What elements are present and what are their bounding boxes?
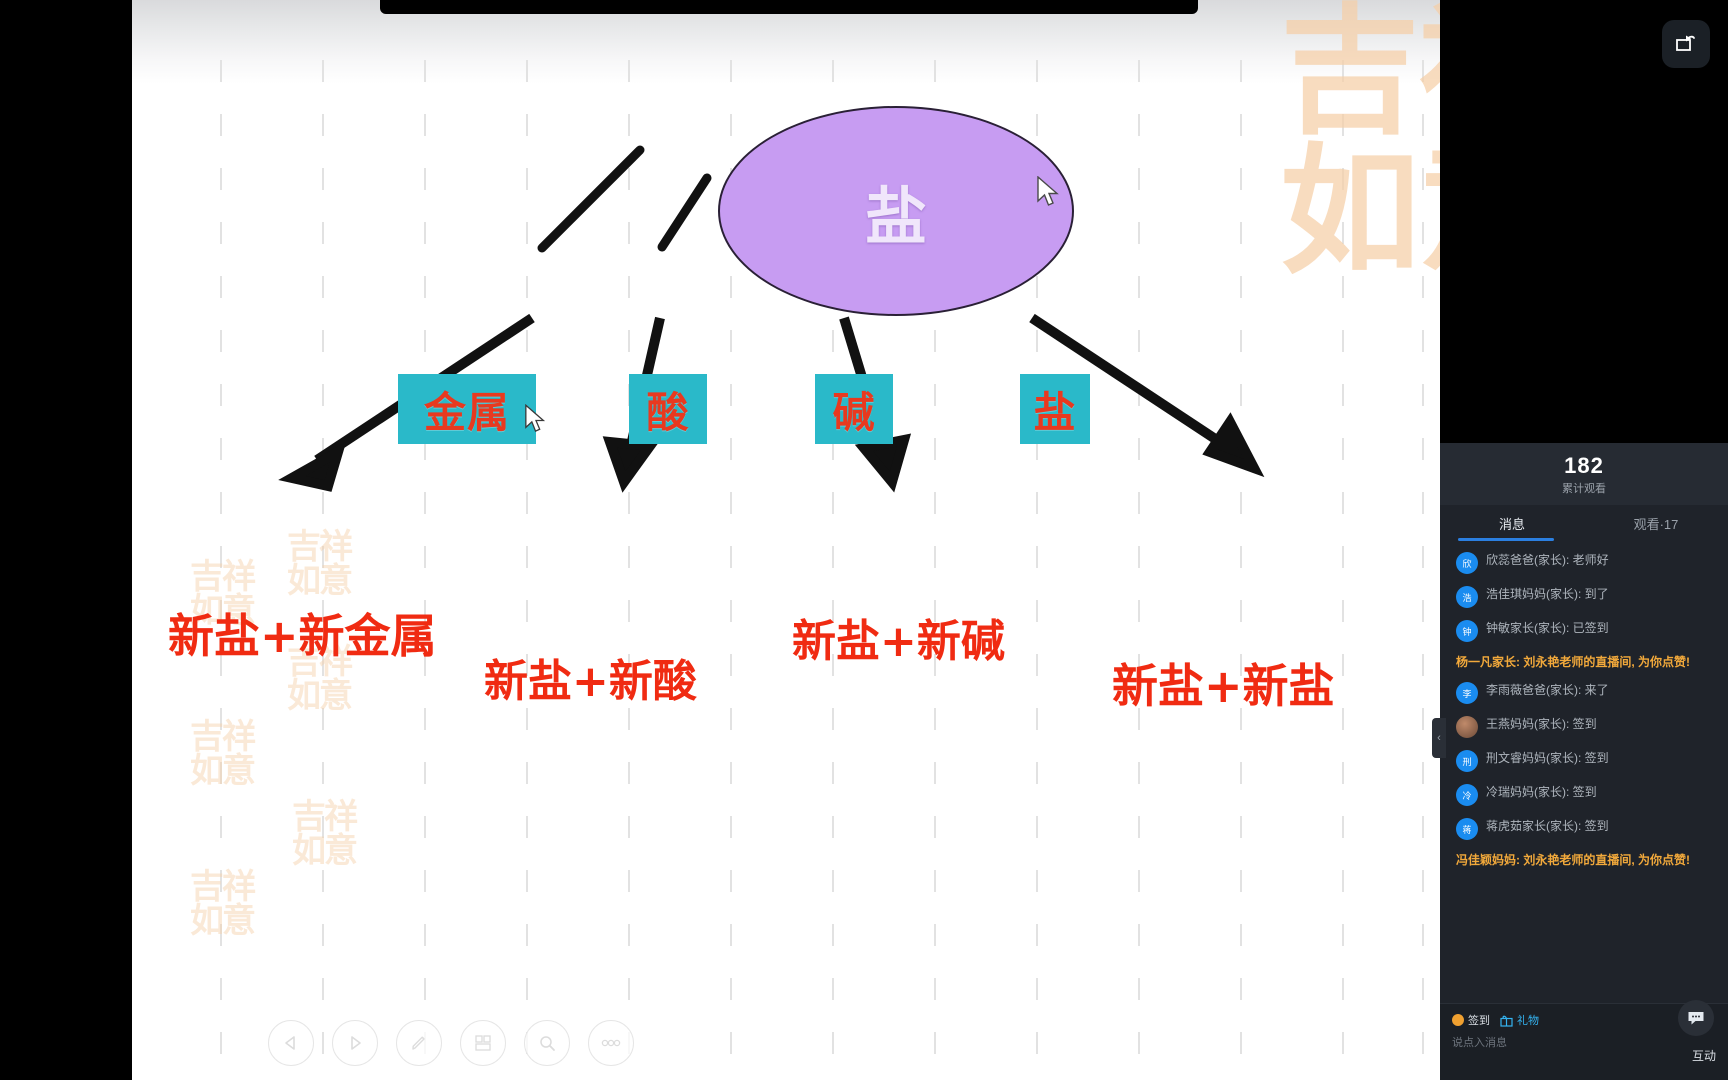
signin-button[interactable]: 签到 <box>1452 1012 1490 1028</box>
interaction-label: 互动 <box>1691 1049 1716 1063</box>
category-node-label: 碱 <box>832 387 876 437</box>
avatar: 刑 <box>1456 750 1478 772</box>
chat-message-text: 蒋虎茹家长(家长): 签到 <box>1486 819 1609 833</box>
tab-messages[interactable]: 消息 <box>1440 505 1584 541</box>
view-count: 182 <box>1564 452 1604 478</box>
chat-message-text: 欣蕊爸爸(家长): 老师好 <box>1486 553 1609 567</box>
gift-icon <box>1500 1015 1513 1027</box>
magnifier-icon <box>540 1036 555 1051</box>
avatar: 李 <box>1456 682 1478 704</box>
chat-message-text: 杨一凡家长: 刘永艳老师的直播间, 为你点赞! <box>1456 655 1690 669</box>
chat-message: 浩 浩佳琪妈妈(家长): 到了 <box>1440 580 1728 614</box>
signin-label: 签到 <box>1468 1015 1490 1027</box>
category-node-label: 盐 <box>1033 387 1077 437</box>
chat-message-text: 李雨薇爸爸(家长): 来了 <box>1486 683 1609 697</box>
category-node-label: 金属 <box>423 387 510 437</box>
chat-message: 蒋 蒋虎茹家长(家长): 签到 <box>1440 812 1728 846</box>
more-options-button[interactable] <box>588 1020 634 1066</box>
prev-slide-button[interactable] <box>268 1020 314 1066</box>
chat-message-text: 浩佳琪妈妈(家长): 到了 <box>1486 587 1609 601</box>
result-label-acid: 新盐+新酸 <box>484 656 697 707</box>
pen-icon <box>412 1036 425 1050</box>
layout-grid-icon <box>475 1035 491 1051</box>
app-root: 吉祥如意 吉祥如意 吉祥如意 吉祥如意 吉祥如意 吉祥如意 吉祥如意 <box>0 0 1728 1080</box>
slide-toolbar <box>268 1020 634 1066</box>
chat-message-list[interactable]: 欣 欣蕊爸爸(家长): 老师好 浩 浩佳琪妈妈(家长): 到了 钟 钟敏家长(家… <box>1440 541 1728 874</box>
result-label-salt: 新盐+新盐 <box>1112 659 1335 713</box>
avatar: 浩 <box>1456 586 1478 608</box>
picture-in-picture-button[interactable] <box>1662 20 1710 68</box>
chat-message: 刑 刑文睿妈妈(家长): 签到 <box>1440 744 1728 778</box>
chat-message-highlight: 杨一凡家长: 刘永艳老师的直播间, 为你点赞! <box>1440 648 1728 676</box>
triangle-left-icon <box>285 1036 295 1050</box>
avatar: 冷 <box>1456 784 1478 806</box>
chat-message: 王燕妈妈(家长): 签到 <box>1440 710 1728 744</box>
root-node-label: 盐 <box>864 180 927 253</box>
tab-viewers[interactable]: 观看·17 <box>1584 505 1728 541</box>
pen-tool-button[interactable] <box>396 1020 442 1066</box>
category-node-base[interactable]: 碱 <box>815 374 893 444</box>
avatar: 欣 <box>1456 552 1478 574</box>
chat-header: 182 累计观看 <box>1440 443 1728 505</box>
slide-thumbnails-button[interactable] <box>460 1020 506 1066</box>
chat-message: 欣 欣蕊爸爸(家长): 老师好 <box>1440 546 1728 580</box>
more-dots-icon <box>601 1039 621 1047</box>
view-count-label: 累计观看 <box>1562 482 1606 495</box>
chevron-left-icon: ‹ <box>1437 732 1441 744</box>
interaction-bubble-button[interactable] <box>1678 1000 1714 1036</box>
chat-message-text: 冯佳颖妈妈: 刘永艳老师的直播间, 为你点赞! <box>1456 853 1690 867</box>
chat-bubble-icon <box>1688 1012 1704 1025</box>
gift-label: 礼物 <box>1517 1015 1539 1027</box>
tab-active-underline <box>1458 538 1554 541</box>
root-node-salt[interactable]: 盐 <box>718 106 1074 316</box>
chat-footer: 签到 礼物 说点入消息 互动 <box>1440 1000 1728 1080</box>
category-node-salt[interactable]: 盐 <box>1020 374 1090 444</box>
chat-message-text: 钟敏家长(家长): 已签到 <box>1486 621 1609 635</box>
category-node-label: 酸 <box>646 387 690 437</box>
signin-icon <box>1452 1014 1464 1026</box>
picture-in-picture-icon <box>1676 35 1695 51</box>
chat-message: 钟 钟敏家长(家长): 已签到 <box>1440 614 1728 648</box>
next-slide-button[interactable] <box>332 1020 378 1066</box>
result-label-metal: 新盐+新金属 <box>168 609 437 663</box>
left-letterbox <box>0 0 132 1080</box>
gift-button[interactable]: 礼物 <box>1500 1012 1539 1028</box>
category-node-metal[interactable]: 金属 <box>398 374 536 444</box>
chat-message-text: 王燕妈妈(家长): 签到 <box>1486 717 1597 731</box>
chat-message-highlight: 冯佳颖妈妈: 刘永艳老师的直播间, 为你点赞! <box>1440 846 1728 874</box>
chat-message: 冷 冷瑞妈妈(家长): 签到 <box>1440 778 1728 812</box>
result-label-base: 新盐+新碱 <box>792 616 1005 667</box>
chat-message-text: 冷瑞妈妈(家长): 签到 <box>1486 785 1597 799</box>
zoom-tool-button[interactable] <box>524 1020 570 1066</box>
triangle-right-icon <box>351 1036 361 1050</box>
avatar <box>1456 716 1478 738</box>
avatar: 钟 <box>1456 620 1478 642</box>
chat-tabs: 消息 观看·17 <box>1440 505 1728 541</box>
live-chat-panel: 182 累计观看 消息 观看·17 欣 欣蕊爸爸(家长): 老师好 浩 浩佳琪妈… <box>1440 443 1728 1080</box>
chat-message: 李 李雨薇爸爸(家长): 来了 <box>1440 676 1728 710</box>
chat-collapse-button[interactable]: ‹ <box>1432 718 1446 758</box>
avatar: 蒋 <box>1456 818 1478 840</box>
chat-message-text: 刑文睿妈妈(家长): 签到 <box>1486 751 1609 765</box>
category-node-acid[interactable]: 酸 <box>629 374 707 444</box>
slide-canvas[interactable]: 吉祥如意 吉祥如意 吉祥如意 吉祥如意 吉祥如意 吉祥如意 吉祥如意 <box>132 0 1440 1080</box>
